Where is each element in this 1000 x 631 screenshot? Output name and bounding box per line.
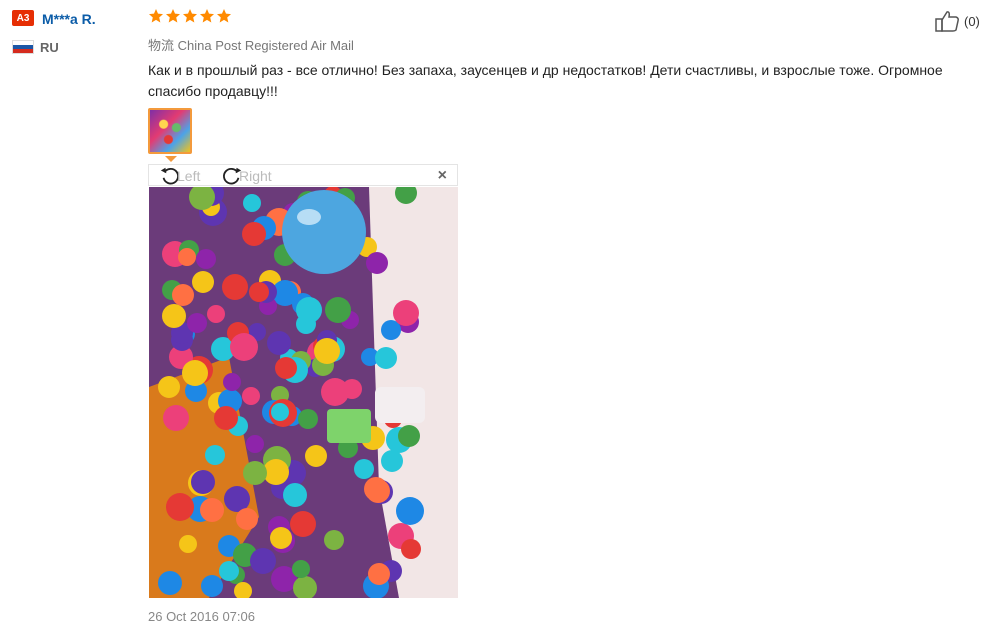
- thumbnail-selected-caret: [165, 156, 177, 162]
- star-icon: [217, 9, 231, 23]
- rotate-right-label: Right: [239, 168, 272, 184]
- ball-pit-photo: [149, 187, 458, 598]
- buyer-level-badge: A3: [12, 10, 34, 26]
- star-icon: [166, 9, 180, 23]
- thumbs-up-icon: [935, 11, 959, 32]
- reviewer-name: M***a R.: [42, 11, 96, 27]
- review-photo-thumbnail[interactable]: [148, 108, 192, 154]
- rating-stars: [148, 8, 232, 24]
- photo-viewer-toolbar: Left Right ×: [148, 164, 458, 186]
- review-date: 26 Oct 2016 07:06: [148, 609, 255, 624]
- star-icon: [149, 9, 163, 23]
- rotate-left-label: Left: [177, 168, 201, 184]
- reviewer-country: RU: [40, 40, 59, 55]
- star-icon: [200, 9, 214, 23]
- rotate-right-button[interactable]: Right: [221, 165, 272, 187]
- rotate-left-button[interactable]: Left: [159, 165, 200, 187]
- helpful-count: (0): [964, 13, 980, 29]
- russia-flag-icon: [12, 40, 34, 54]
- shipping-method: 物流 China Post Registered Air Mail: [148, 38, 354, 53]
- close-viewer-button[interactable]: ×: [438, 167, 447, 185]
- helpful-button[interactable]: (0): [934, 9, 980, 33]
- star-icon: [183, 9, 197, 23]
- review-text: Как и в прошлый раз - все отлично! Без з…: [148, 62, 943, 99]
- review-photo: [149, 187, 458, 598]
- flag-stripe-red: [13, 48, 33, 53]
